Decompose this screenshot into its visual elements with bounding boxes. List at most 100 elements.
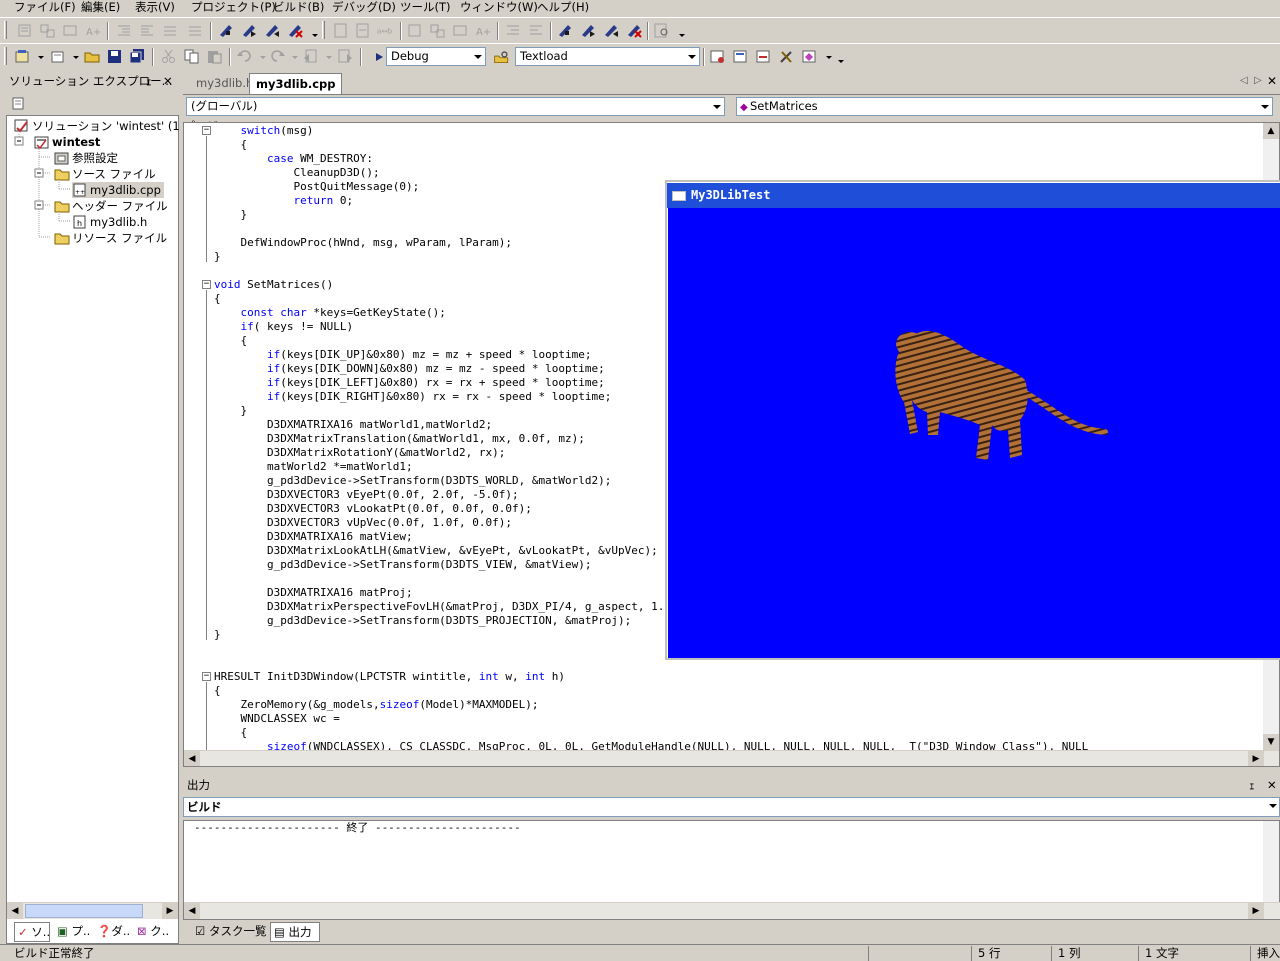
toolbar-icon[interactable]	[406, 22, 424, 39]
bookmark-clear-icon[interactable]	[625, 22, 643, 39]
pin-icon[interactable]: ｪ	[146, 71, 152, 91]
toolbar-icon[interactable]	[16, 22, 34, 39]
new-project-icon[interactable]	[14, 48, 32, 65]
output-hscrollbar[interactable]: ◀ ▶	[184, 902, 1280, 919]
navigate-backward-icon[interactable]	[302, 48, 320, 65]
toolbar-icon[interactable]: a↔b	[376, 22, 398, 39]
output-source-select[interactable]: ビルド	[183, 797, 1280, 817]
toolbar-icon[interactable]	[62, 22, 80, 39]
bookmark-prev-icon[interactable]	[263, 22, 281, 39]
scroll-right-icon[interactable]: ▶	[1248, 903, 1264, 919]
tab-dynamic-help[interactable]: ❓ダ..	[94, 922, 130, 942]
tab-output[interactable]: ▤ 出力	[270, 922, 320, 942]
tab-property-manager[interactable]: ▣ プ..	[54, 922, 90, 942]
scroll-thumb[interactable]	[25, 904, 143, 918]
scope-combo[interactable]: (グローバル)	[186, 97, 725, 116]
close-icon[interactable]: ✕	[1267, 74, 1277, 88]
menu-view[interactable]: 表示(V)	[135, 0, 175, 16]
outdent-icon[interactable]	[115, 22, 133, 39]
dropdown-arrow-icon[interactable]	[320, 48, 332, 65]
dropdown-arrow-icon[interactable]	[32, 48, 44, 65]
class-view-icon[interactable]	[801, 48, 819, 65]
paste-icon[interactable]	[206, 48, 224, 65]
dropdown-arrow-icon[interactable]	[254, 48, 266, 65]
scroll-left-icon[interactable]: ◀	[184, 903, 200, 919]
toolbar-grip[interactable]	[4, 21, 7, 39]
toolbar-options-icon[interactable]	[306, 22, 318, 39]
redo-icon[interactable]	[268, 48, 286, 65]
menu-project[interactable]: プロジェクト(P)	[191, 0, 276, 16]
toolbar-icon[interactable]	[332, 22, 350, 39]
editor-hscrollbar[interactable]: ◀ ▶	[184, 750, 1279, 766]
close-icon[interactable]: ✕	[163, 71, 173, 91]
toolbar-options-icon[interactable]	[673, 22, 685, 39]
bookmark-icon[interactable]	[217, 22, 235, 39]
fold-toggle-icon[interactable]: −	[202, 126, 211, 135]
toolbar-icon[interactable]	[354, 22, 372, 39]
menu-help[interactable]: ヘルプ(H)	[537, 0, 589, 16]
menu-window[interactable]: ウィンドウ(W)	[460, 0, 538, 16]
tree-source-files[interactable]: ソース ファイル	[54, 166, 156, 182]
indent-icon[interactable]	[138, 22, 156, 39]
member-combo[interactable]: ◆ SetMatrices	[736, 97, 1273, 116]
scroll-tabs-right-icon[interactable]: ▷	[1254, 75, 1262, 86]
scroll-down-icon[interactable]: ▼	[1263, 734, 1279, 750]
menu-tools[interactable]: ツール(T)	[400, 0, 451, 16]
tree-file-my3dlib-h[interactable]: h my3dlib.h	[72, 214, 147, 230]
find-icon[interactable]	[653, 22, 671, 39]
copy-icon[interactable]	[183, 48, 201, 65]
fold-toggle-icon[interactable]: −	[202, 672, 211, 681]
dropdown-arrow-icon[interactable]	[286, 48, 298, 65]
save-icon[interactable]	[106, 48, 124, 65]
properties-icon[interactable]	[732, 48, 750, 65]
toolbar-grip[interactable]	[4, 47, 7, 65]
menu-edit[interactable]: 編集(E)	[81, 0, 120, 16]
add-item-icon[interactable]	[49, 48, 67, 65]
save-all-icon[interactable]	[129, 48, 147, 65]
dropdown-arrow-icon[interactable]	[67, 48, 79, 65]
toolbox-icon[interactable]	[755, 48, 773, 65]
undo-icon[interactable]	[236, 48, 254, 65]
tree-resource-files[interactable]: リソース ファイル	[54, 230, 167, 246]
font-size-icon[interactable]: A+	[475, 22, 493, 39]
navigate-forward-icon[interactable]	[336, 48, 354, 65]
toolbar-options-icon[interactable]	[832, 48, 844, 65]
solution-config-select[interactable]: Debug	[386, 47, 486, 66]
menu-file[interactable]: ファイル(F)	[14, 0, 76, 16]
tools-icon[interactable]	[778, 48, 796, 65]
scroll-left-icon[interactable]: ◀	[184, 751, 200, 766]
font-size-icon[interactable]: A+	[85, 22, 103, 39]
tab-class-view[interactable]: ⊠ ク..	[134, 922, 169, 942]
bookmark-next-icon[interactable]	[579, 22, 597, 39]
close-icon[interactable]: ✕	[1267, 775, 1277, 795]
app-window-titlebar[interactable]: My3DLibTest	[667, 183, 1280, 208]
find-combo[interactable]: Textload	[515, 47, 700, 66]
bookmark-next-icon[interactable]	[240, 22, 258, 39]
scroll-right-icon[interactable]: ▶	[1248, 751, 1264, 766]
find-in-files-icon[interactable]	[493, 48, 515, 65]
properties-icon[interactable]	[10, 95, 28, 112]
dropdown-arrow-icon[interactable]	[820, 48, 832, 65]
menu-build[interactable]: ビルド(B)	[273, 0, 324, 16]
toolbar-grip[interactable]	[322, 21, 325, 39]
bookmark-icon[interactable]	[556, 22, 574, 39]
fold-toggle-icon[interactable]: −	[202, 280, 211, 289]
comment-icon[interactable]	[161, 22, 179, 39]
menu-debug[interactable]: デバッグ(D)	[332, 0, 396, 16]
indent-icon[interactable]	[527, 22, 545, 39]
pin-icon[interactable]: ｪ	[1249, 775, 1255, 795]
bookmark-clear-icon[interactable]	[286, 22, 304, 39]
tree-file-my3dlib-cpp[interactable]: ++ my3dlib.cpp	[72, 182, 164, 198]
tab-solution-explorer[interactable]: ✓ ソ..	[14, 922, 50, 942]
open-folder-icon[interactable]	[83, 48, 101, 65]
tab-my3dlib-cpp[interactable]: my3dlib.cpp	[249, 73, 343, 94]
tree-references[interactable]: 参照設定	[54, 150, 118, 166]
toolbar-icon[interactable]	[452, 22, 470, 39]
scroll-right-icon[interactable]: ▶	[162, 903, 178, 919]
outdent-icon[interactable]	[504, 22, 522, 39]
uncomment-icon[interactable]	[186, 22, 204, 39]
tab-task-list[interactable]: ☑ タスク一覧	[192, 922, 266, 942]
solution-explorer-icon[interactable]	[709, 48, 727, 65]
solution-explorer-hscrollbar[interactable]: ◀ ▶	[7, 902, 178, 919]
scroll-left-icon[interactable]: ◀	[7, 903, 23, 919]
